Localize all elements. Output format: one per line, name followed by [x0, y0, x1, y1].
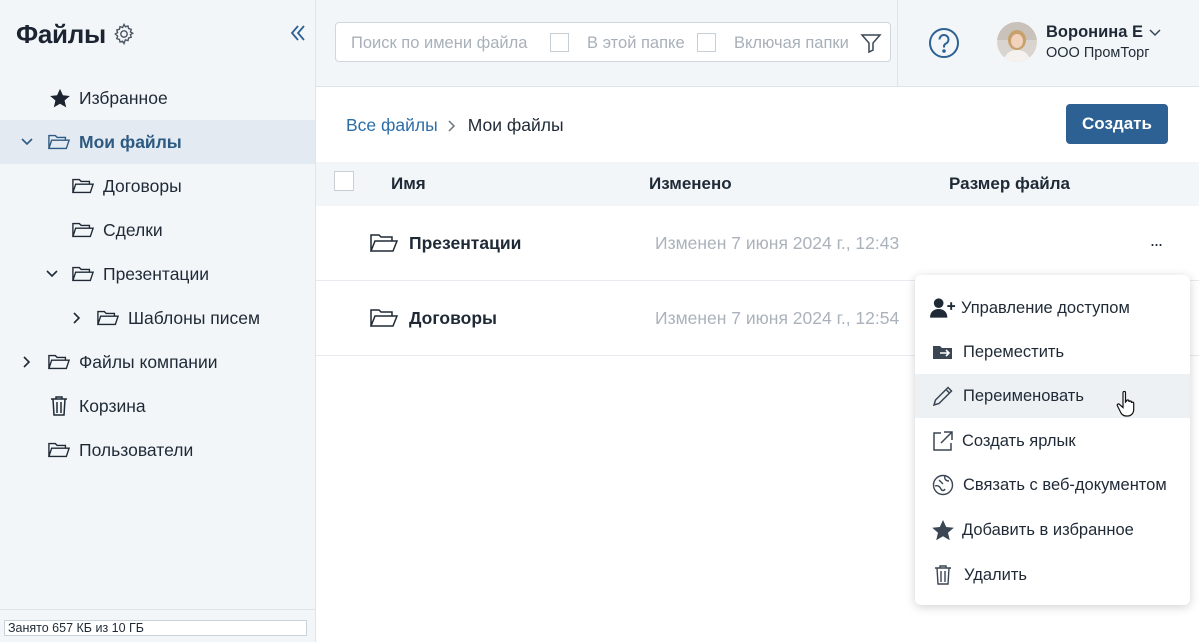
folder-open-icon	[72, 176, 94, 196]
table-header: Имя Изменено Размер файла	[316, 162, 1199, 206]
this-folder-checkbox[interactable]	[550, 33, 569, 52]
chevron-right-icon[interactable]	[69, 310, 85, 326]
menu-item-label: Удалить	[964, 565, 1027, 584]
sidebar-item-company-files[interactable]: Файлы компании	[0, 340, 315, 384]
user-add-icon	[930, 296, 956, 320]
search-input[interactable]	[351, 32, 541, 54]
trash-icon	[48, 396, 70, 416]
sidebar-item-label: Корзина	[79, 395, 146, 416]
sidebar-item-presentations[interactable]: Презентации	[0, 252, 315, 296]
folder-open-icon	[369, 233, 399, 255]
double-chevron-left-icon	[290, 25, 305, 41]
file-name: Договоры	[409, 308, 497, 328]
collapse-sidebar-button[interactable]	[283, 18, 313, 48]
menu-item-label: Добавить в избранное	[962, 520, 1134, 539]
sidebar-item-label: Шаблоны писем	[128, 307, 261, 328]
menu-item-label: Управление доступом	[961, 298, 1130, 317]
user-name-row: Воронина Е	[1046, 23, 1161, 42]
user-org: ООО ПромТорг	[1046, 45, 1150, 61]
menu-item-link-web-document[interactable]: Связать с веб-документом	[915, 463, 1190, 507]
web-link-icon	[930, 473, 956, 497]
folder-tree: Избранное Мои файлы Договоры Сделки През…	[0, 76, 315, 472]
folder-open-icon	[48, 132, 70, 152]
folder-open-icon	[72, 220, 94, 240]
folder-open-icon	[97, 308, 119, 328]
sidebar-footer: Занято 657 КБ из 10 ГБ	[0, 609, 315, 642]
user-info: Воронина Е ООО ПромТорг	[1046, 23, 1161, 61]
sidebar-item-label: Договоры	[103, 175, 182, 196]
app-title: Файлы	[16, 18, 106, 49]
trash-icon	[930, 563, 956, 587]
chevron-right-icon	[448, 119, 458, 132]
sidebar-item-email-templates[interactable]: Шаблоны писем	[0, 296, 315, 340]
storage-usage-bar: Занято 657 КБ из 10 ГБ	[4, 620, 307, 636]
storage-usage-text: Занято 657 КБ из 10 ГБ	[8, 621, 145, 635]
shortcut-icon	[930, 429, 956, 453]
user-name: Воронина Е	[1046, 23, 1143, 41]
menu-item-label: Переименовать	[963, 386, 1084, 405]
chevron-down-icon	[1149, 28, 1161, 37]
create-button[interactable]: Создать	[1066, 104, 1168, 144]
file-modified: Изменен 7 июня 2024 г., 12:54	[655, 308, 900, 328]
file-name: Презентации	[409, 233, 522, 253]
menu-item-create-shortcut[interactable]: Создать ярлык	[915, 419, 1190, 463]
filter-icon[interactable]	[860, 32, 882, 54]
menu-item-label: Создать ярлык	[962, 431, 1076, 450]
menu-item-add-favorites[interactable]: Добавить в избранное	[915, 508, 1190, 552]
top-bar: В этой папке Включая папки Воронина Е	[316, 0, 1199, 87]
this-folder-label: В этой папке	[587, 34, 685, 52]
breadcrumb: Все файлы Мои файлы	[346, 115, 564, 136]
move-folder-icon	[930, 340, 956, 364]
menu-item-label: Переместить	[963, 342, 1065, 361]
star-icon	[930, 518, 956, 542]
context-menu: Управление доступом Переместить Переимен…	[915, 275, 1190, 605]
folder-open-icon	[48, 352, 70, 372]
menu-item-delete[interactable]: Удалить	[915, 553, 1190, 597]
column-header-name[interactable]: Имя	[391, 174, 426, 194]
include-folders-checkbox[interactable]	[697, 33, 716, 52]
table-row[interactable]: Презентации Изменен 7 июня 2024 г., 12:4…	[316, 206, 1199, 281]
sidebar-item-label: Файлы компании	[79, 351, 218, 372]
file-modified: Изменен 7 июня 2024 г., 12:43	[655, 233, 900, 253]
sidebar-item-my-files[interactable]: Мои файлы	[0, 120, 315, 164]
column-header-size[interactable]: Размер файла	[949, 174, 1070, 194]
chevron-down-icon[interactable]	[19, 134, 35, 150]
more-actions-button[interactable]: ...	[1150, 230, 1163, 251]
search-box: В этой папке Включая папки	[335, 22, 891, 62]
sidebar-item-deals[interactable]: Сделки	[0, 208, 315, 252]
menu-item-move[interactable]: Переместить	[915, 330, 1190, 374]
sidebar-item-trash[interactable]: Корзина	[0, 384, 315, 428]
sidebar-item-label: Мои файлы	[79, 131, 182, 152]
user-menu[interactable]: Воронина Е ООО ПромТорг	[997, 21, 1161, 63]
avatar	[997, 22, 1037, 62]
sidebar: Файлы Избранное Мои файлы Договоры Сделк…	[0, 0, 316, 642]
sidebar-item-label: Избранное	[79, 87, 168, 108]
include-folders-label: Включая папки	[734, 34, 849, 52]
menu-item-label: Связать с веб-документом	[963, 475, 1167, 494]
folder-open-icon	[48, 440, 70, 460]
sidebar-item-favorites[interactable]: Избранное	[0, 76, 315, 120]
breadcrumb-current: Мои файлы	[467, 115, 564, 135]
chevron-down-icon[interactable]	[44, 266, 60, 282]
sidebar-item-users[interactable]: Пользователи	[0, 428, 315, 472]
topbar-divider	[897, 0, 898, 86]
pencil-icon	[930, 384, 956, 408]
hand-cursor-icon	[1116, 390, 1138, 418]
folder-open-icon	[369, 308, 399, 330]
sidebar-item-label: Презентации	[103, 263, 210, 284]
select-all-checkbox[interactable]	[334, 171, 354, 191]
menu-item-manage-access[interactable]: Управление доступом	[915, 286, 1190, 330]
sidebar-item-contracts[interactable]: Договоры	[0, 164, 315, 208]
star-icon	[49, 88, 71, 108]
folder-open-icon	[72, 264, 94, 284]
sidebar-item-label: Сделки	[103, 219, 163, 240]
breadcrumb-root-link[interactable]: Все файлы	[346, 115, 438, 136]
menu-item-rename[interactable]: Переименовать	[915, 374, 1190, 418]
help-icon[interactable]	[928, 27, 960, 59]
sidebar-header: Файлы	[16, 16, 136, 52]
column-header-modified[interactable]: Изменено	[649, 174, 732, 194]
chevron-right-icon[interactable]	[19, 354, 35, 370]
sidebar-item-label: Пользователи	[79, 439, 194, 460]
gear-icon[interactable]	[112, 22, 136, 46]
